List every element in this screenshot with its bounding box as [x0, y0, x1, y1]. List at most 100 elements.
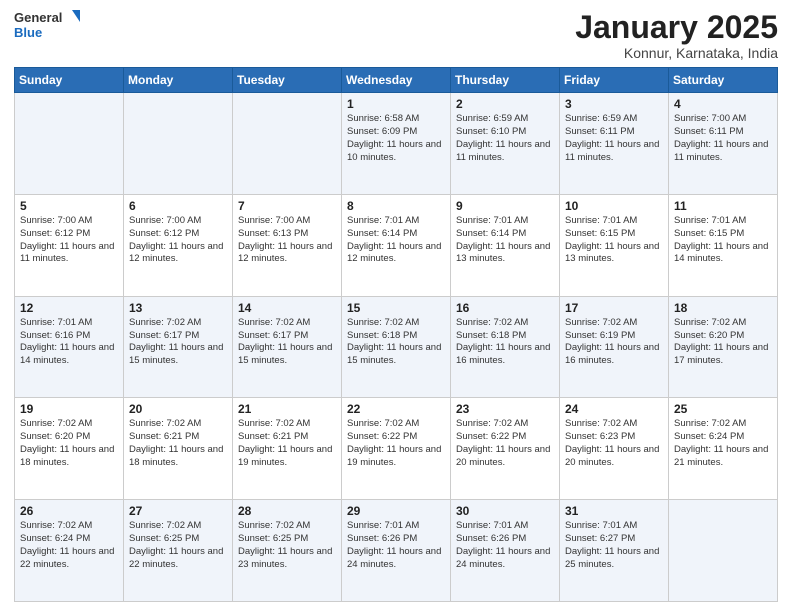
day-number: 22: [347, 402, 445, 416]
calendar-cell: 8 Sunrise: 7:01 AMSunset: 6:14 PMDaylight…: [342, 194, 451, 296]
calendar-cell: 31 Sunrise: 7:01 AMSunset: 6:27 PMDayligh…: [560, 500, 669, 602]
day-info: Sunrise: 7:02 AMSunset: 6:24 PMDaylight:…: [20, 520, 118, 571]
day-number: 6: [129, 199, 227, 213]
day-info: Sunrise: 7:02 AMSunset: 6:18 PMDaylight:…: [347, 317, 445, 368]
day-info: Sunrise: 7:00 AMSunset: 6:12 PMDaylight:…: [20, 215, 118, 266]
day-number: 8: [347, 199, 445, 213]
day-number: 4: [674, 97, 772, 111]
day-info: Sunrise: 7:02 AMSunset: 6:17 PMDaylight:…: [238, 317, 336, 368]
day-number: 10: [565, 199, 663, 213]
day-number: 13: [129, 301, 227, 315]
day-number: 20: [129, 402, 227, 416]
weekday-saturday: Saturday: [669, 68, 778, 93]
calendar-cell: 5 Sunrise: 7:00 AMSunset: 6:12 PMDaylight…: [15, 194, 124, 296]
day-number: 5: [20, 199, 118, 213]
day-number: 31: [565, 504, 663, 518]
logo: General Blue: [14, 10, 80, 40]
day-info: Sunrise: 7:02 AMSunset: 6:24 PMDaylight:…: [674, 418, 772, 469]
calendar-week-4: 26 Sunrise: 7:02 AMSunset: 6:24 PMDayligh…: [15, 500, 778, 602]
day-info: Sunrise: 7:02 AMSunset: 6:25 PMDaylight:…: [129, 520, 227, 571]
calendar-cell: [124, 93, 233, 195]
day-number: 15: [347, 301, 445, 315]
day-number: 1: [347, 97, 445, 111]
calendar-cell: [669, 500, 778, 602]
day-number: 7: [238, 199, 336, 213]
calendar-cell: [15, 93, 124, 195]
calendar-cell: 11 Sunrise: 7:01 AMSunset: 6:15 PMDayligh…: [669, 194, 778, 296]
day-number: 25: [674, 402, 772, 416]
page: General Blue January 2025 Konnur, Karnat…: [0, 0, 792, 612]
day-info: Sunrise: 6:58 AMSunset: 6:09 PMDaylight:…: [347, 113, 445, 164]
day-info: Sunrise: 7:01 AMSunset: 6:14 PMDaylight:…: [347, 215, 445, 266]
title-block: January 2025 Konnur, Karnataka, India: [575, 10, 778, 61]
calendar-cell: 18 Sunrise: 7:02 AMSunset: 6:20 PMDayligh…: [669, 296, 778, 398]
day-info: Sunrise: 7:01 AMSunset: 6:15 PMDaylight:…: [674, 215, 772, 266]
logo-blue-text: Blue: [14, 26, 42, 40]
calendar-cell: 26 Sunrise: 7:02 AMSunset: 6:24 PMDayligh…: [15, 500, 124, 602]
calendar-cell: 16 Sunrise: 7:02 AMSunset: 6:18 PMDayligh…: [451, 296, 560, 398]
calendar-cell: 27Sunrise: 7:02 AMSunset: 6:25 PMDayligh…: [124, 500, 233, 602]
calendar-cell: 6 Sunrise: 7:00 AMSunset: 6:12 PMDaylight…: [124, 194, 233, 296]
day-info: Sunrise: 7:01 AMSunset: 6:27 PMDaylight:…: [565, 520, 663, 571]
calendar-week-0: 1 Sunrise: 6:58 AMSunset: 6:09 PMDaylight…: [15, 93, 778, 195]
calendar-cell: 30 Sunrise: 7:01 AMSunset: 6:26 PMDayligh…: [451, 500, 560, 602]
calendar-cell: 19Sunrise: 7:02 AMSunset: 6:20 PMDayligh…: [15, 398, 124, 500]
day-number: 3: [565, 97, 663, 111]
day-info: Sunrise: 7:00 AMSunset: 6:12 PMDaylight:…: [129, 215, 227, 266]
day-info: Sunrise: 7:01 AMSunset: 6:14 PMDaylight:…: [456, 215, 554, 266]
day-info: Sunrise: 7:01 AMSunset: 6:26 PMDaylight:…: [456, 520, 554, 571]
weekday-tuesday: Tuesday: [233, 68, 342, 93]
day-info: Sunrise: 7:02 AMSunset: 6:18 PMDaylight:…: [456, 317, 554, 368]
calendar-cell: 14 Sunrise: 7:02 AMSunset: 6:17 PMDayligh…: [233, 296, 342, 398]
calendar-cell: [233, 93, 342, 195]
day-number: 24: [565, 402, 663, 416]
weekday-friday: Friday: [560, 68, 669, 93]
day-number: 14: [238, 301, 336, 315]
calendar-cell: 10Sunrise: 7:01 AMSunset: 6:15 PMDayligh…: [560, 194, 669, 296]
day-number: 11: [674, 199, 772, 213]
weekday-wednesday: Wednesday: [342, 68, 451, 93]
logo-general-text: General: [14, 11, 62, 25]
day-info: Sunrise: 7:01 AMSunset: 6:26 PMDaylight:…: [347, 520, 445, 571]
calendar-body: 1 Sunrise: 6:58 AMSunset: 6:09 PMDaylight…: [15, 93, 778, 602]
title-location: Konnur, Karnataka, India: [575, 45, 778, 61]
calendar-cell: 12Sunrise: 7:01 AMSunset: 6:16 PMDayligh…: [15, 296, 124, 398]
day-number: 2: [456, 97, 554, 111]
calendar-cell: 29Sunrise: 7:01 AMSunset: 6:26 PMDayligh…: [342, 500, 451, 602]
day-number: 28: [238, 504, 336, 518]
calendar-cell: 3Sunrise: 6:59 AMSunset: 6:11 PMDaylight…: [560, 93, 669, 195]
day-info: Sunrise: 7:02 AMSunset: 6:20 PMDaylight:…: [20, 418, 118, 469]
calendar: Sunday Monday Tuesday Wednesday Thursday…: [14, 67, 778, 602]
day-info: Sunrise: 7:01 AMSunset: 6:16 PMDaylight:…: [20, 317, 118, 368]
day-number: 16: [456, 301, 554, 315]
header: General Blue January 2025 Konnur, Karnat…: [14, 10, 778, 61]
day-number: 21: [238, 402, 336, 416]
weekday-monday: Monday: [124, 68, 233, 93]
weekday-thursday: Thursday: [451, 68, 560, 93]
day-info: Sunrise: 7:02 AMSunset: 6:21 PMDaylight:…: [129, 418, 227, 469]
day-info: Sunrise: 7:02 AMSunset: 6:23 PMDaylight:…: [565, 418, 663, 469]
calendar-cell: 28Sunrise: 7:02 AMSunset: 6:25 PMDayligh…: [233, 500, 342, 602]
day-number: 18: [674, 301, 772, 315]
calendar-cell: 24 Sunrise: 7:02 AMSunset: 6:23 PMDayligh…: [560, 398, 669, 500]
day-info: Sunrise: 7:00 AMSunset: 6:13 PMDaylight:…: [238, 215, 336, 266]
calendar-week-1: 5 Sunrise: 7:00 AMSunset: 6:12 PMDaylight…: [15, 194, 778, 296]
calendar-cell: 9Sunrise: 7:01 AMSunset: 6:14 PMDaylight…: [451, 194, 560, 296]
calendar-cell: 22 Sunrise: 7:02 AMSunset: 6:22 PMDayligh…: [342, 398, 451, 500]
calendar-cell: 13 Sunrise: 7:02 AMSunset: 6:17 PMDayligh…: [124, 296, 233, 398]
day-number: 17: [565, 301, 663, 315]
calendar-cell: 21Sunrise: 7:02 AMSunset: 6:21 PMDayligh…: [233, 398, 342, 500]
calendar-cell: 1 Sunrise: 6:58 AMSunset: 6:09 PMDaylight…: [342, 93, 451, 195]
day-info: Sunrise: 7:00 AMSunset: 6:11 PMDaylight:…: [674, 113, 772, 164]
weekday-row: Sunday Monday Tuesday Wednesday Thursday…: [15, 68, 778, 93]
day-number: 30: [456, 504, 554, 518]
day-info: Sunrise: 7:02 AMSunset: 6:19 PMDaylight:…: [565, 317, 663, 368]
day-info: Sunrise: 7:02 AMSunset: 6:20 PMDaylight:…: [674, 317, 772, 368]
day-info: Sunrise: 7:02 AMSunset: 6:17 PMDaylight:…: [129, 317, 227, 368]
calendar-week-3: 19Sunrise: 7:02 AMSunset: 6:20 PMDayligh…: [15, 398, 778, 500]
calendar-cell: 15 Sunrise: 7:02 AMSunset: 6:18 PMDayligh…: [342, 296, 451, 398]
day-number: 26: [20, 504, 118, 518]
day-info: Sunrise: 6:59 AMSunset: 6:10 PMDaylight:…: [456, 113, 554, 164]
calendar-cell: 20 Sunrise: 7:02 AMSunset: 6:21 PMDayligh…: [124, 398, 233, 500]
day-info: Sunrise: 7:02 AMSunset: 6:22 PMDaylight:…: [347, 418, 445, 469]
